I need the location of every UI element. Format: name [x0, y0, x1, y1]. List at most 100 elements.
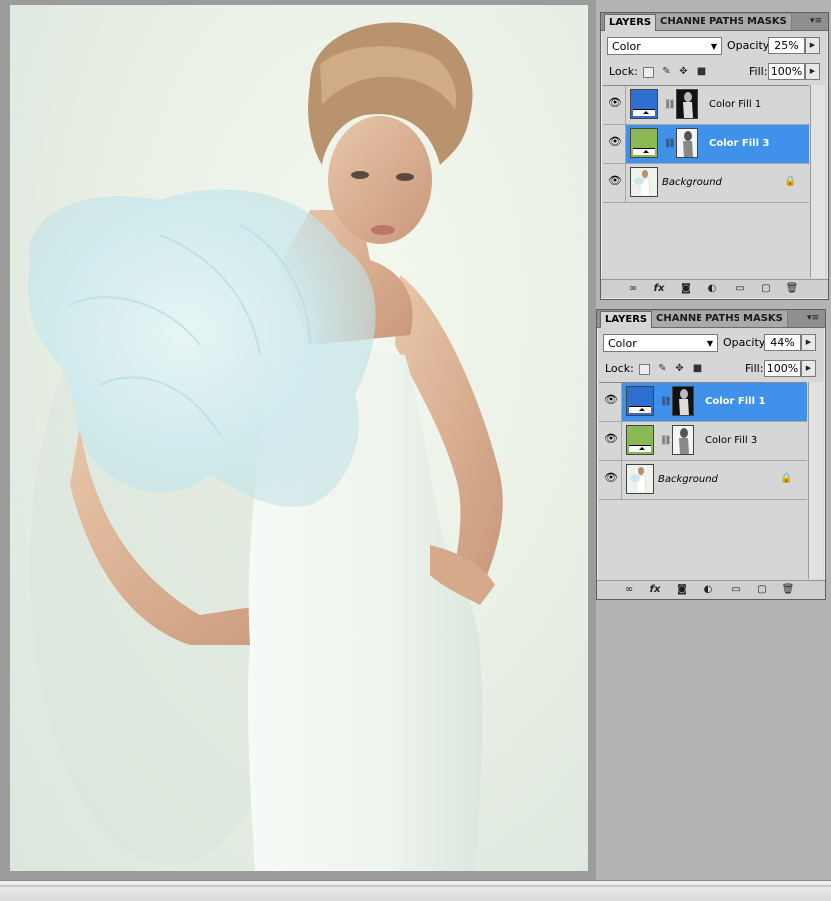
layer-row-background[interactable]: 👁 Background 🔒	[603, 164, 809, 203]
new-layer-icon[interactable]: ▢	[755, 584, 769, 596]
layer-name[interactable]: Color Fill 3	[705, 434, 757, 448]
link-icon[interactable]: ⛓	[660, 435, 671, 447]
layer-row-color-fill-1[interactable]: 👁 ⛓ Color Fill 1	[603, 86, 809, 125]
opacity-input[interactable]: 25%	[768, 37, 805, 54]
layer-name[interactable]: Color Fill 1	[705, 395, 765, 409]
document-canvas-frame	[0, 0, 596, 880]
add-mask-icon[interactable]: ◙	[675, 584, 689, 596]
status-bar	[0, 880, 831, 901]
layer-row-color-fill-3[interactable]: 👁 ⛓ Color Fill 3	[599, 422, 807, 461]
visibility-toggle[interactable]: 👁	[599, 461, 622, 499]
new-layer-icon[interactable]: ▢	[759, 283, 773, 295]
add-mask-icon[interactable]: ◙	[679, 283, 693, 295]
visibility-toggle[interactable]: 👁	[599, 422, 622, 460]
layers-panel-bottom: LAYERS CHANNE PATHS MASKS ▾≡ Color ▼ Opac…	[596, 309, 826, 600]
panel-menu-icon[interactable]: ▾≡	[806, 312, 820, 325]
tab-layers[interactable]: LAYERS	[604, 14, 657, 31]
panel-tab-bar: LAYERS CHANNE PATHS MASKS ▾≡	[601, 13, 828, 31]
layer-name[interactable]: Background	[658, 473, 718, 487]
layer-thumbnail[interactable]	[630, 167, 658, 197]
layer-name[interactable]: Color Fill 1	[709, 98, 761, 112]
link-layers-icon[interactable]: ∞	[625, 283, 641, 295]
tab-layers[interactable]: LAYERS	[600, 311, 653, 328]
visibility-toggle[interactable]: 👁	[603, 164, 626, 202]
panel-menu-icon[interactable]: ▾≡	[809, 15, 823, 28]
eye-icon: 👁	[608, 174, 622, 187]
blend-mode-select[interactable]: Color ▼	[603, 334, 718, 352]
visibility-toggle[interactable]: 👁	[603, 125, 626, 163]
fill-slider-toggle[interactable]: ▶	[801, 360, 816, 377]
tab-channels[interactable]: CHANNE	[656, 14, 709, 30]
lock-image-pixels-icon[interactable]: ✎	[657, 363, 668, 374]
fx-icon[interactable]: fx	[647, 584, 663, 596]
layer-row-color-fill-1[interactable]: 👁 ⛓ Color Fill 1	[599, 383, 807, 422]
fill-label: Fill:	[745, 362, 764, 375]
fill-color-thumbnail[interactable]	[630, 89, 658, 119]
link-icon[interactable]: ⛓	[664, 99, 675, 111]
link-layers-icon[interactable]: ∞	[621, 584, 637, 596]
link-icon[interactable]: ⛓	[664, 138, 675, 150]
layers-footer: ∞ fx ◙ ◐ ▭ ▢ 🗑	[597, 580, 825, 599]
blend-mode-value: Color	[608, 337, 637, 350]
lock-position-icon[interactable]: ✥	[674, 363, 685, 374]
eye-icon: 👁	[604, 393, 618, 406]
fill-color-thumbnail[interactable]	[626, 425, 654, 455]
lock-label: Lock:	[609, 65, 638, 78]
fashion-photo-illustration	[28, 22, 503, 871]
layers-footer: ∞ fx ◙ ◐ ▭ ▢ 🗑	[601, 279, 828, 298]
fill-slider-toggle[interactable]: ▶	[805, 63, 820, 80]
lock-all-icon[interactable]: ■	[692, 363, 703, 374]
layer-name[interactable]: Color Fill 3	[709, 137, 769, 151]
trash-icon[interactable]: 🗑	[785, 283, 799, 295]
visibility-toggle[interactable]: 👁	[599, 383, 622, 421]
tab-channels[interactable]: CHANNE	[652, 311, 705, 327]
blend-mode-select[interactable]: Color ▼	[607, 37, 722, 55]
adjustment-layer-icon[interactable]: ◐	[701, 584, 715, 596]
eye-icon: 👁	[604, 432, 618, 445]
layers-list: 👁 ⛓ Color Fill 1 👁 ⛓ Color Fill 3 👁 Back…	[603, 85, 809, 279]
fill-input[interactable]: 100%	[764, 360, 801, 377]
opacity-slider-toggle[interactable]: ▶	[805, 37, 820, 54]
layers-scrollbar[interactable]	[810, 85, 825, 278]
document-photo[interactable]	[10, 5, 588, 871]
eye-icon: 👁	[608, 96, 622, 109]
lock-icon: 🔒	[784, 176, 797, 187]
tab-paths[interactable]: PATHS	[701, 311, 744, 327]
lock-transparent-pixels-icon[interactable]	[643, 67, 654, 78]
lock-position-icon[interactable]: ✥	[678, 66, 689, 77]
opacity-label: Opacity:	[727, 39, 773, 52]
layer-row-color-fill-3[interactable]: 👁 ⛓ Color Fill 3	[603, 125, 809, 164]
new-group-icon[interactable]: ▭	[733, 283, 747, 295]
layer-row-background[interactable]: 👁 Background 🔒	[599, 461, 807, 500]
tab-paths[interactable]: PATHS	[705, 14, 748, 30]
visibility-toggle[interactable]: 👁	[603, 86, 626, 124]
layers-list: 👁 ⛓ Color Fill 1 👁 ⛓ Color Fill 3 👁 Back…	[599, 382, 807, 580]
fill-label: Fill:	[749, 65, 768, 78]
fill-color-thumbnail[interactable]	[626, 386, 654, 416]
layers-scrollbar[interactable]	[808, 382, 823, 579]
tab-masks[interactable]: MASKS	[743, 14, 792, 30]
layer-mask-thumbnail[interactable]	[676, 128, 698, 158]
lock-all-icon[interactable]: ■	[696, 66, 707, 77]
opacity-slider-toggle[interactable]: ▶	[801, 334, 816, 351]
layer-mask-thumbnail[interactable]	[672, 386, 694, 416]
eye-icon: 👁	[604, 471, 618, 484]
photoshop-workspace: LAYERS CHANNE PATHS MASKS ▾≡ Color ▼ Opac…	[0, 0, 831, 901]
fill-color-thumbnail[interactable]	[630, 128, 658, 158]
fill-input[interactable]: 100%	[768, 63, 805, 80]
opacity-label: Opacity:	[723, 336, 769, 349]
tab-masks[interactable]: MASKS	[739, 311, 788, 327]
fx-icon[interactable]: fx	[651, 283, 667, 295]
lock-image-pixels-icon[interactable]: ✎	[661, 66, 672, 77]
layer-name[interactable]: Background	[662, 176, 722, 190]
lock-icon: 🔒	[780, 473, 793, 484]
link-icon[interactable]: ⛓	[660, 396, 671, 408]
layer-thumbnail[interactable]	[626, 464, 654, 494]
opacity-input[interactable]: 44%	[764, 334, 801, 351]
layer-mask-thumbnail[interactable]	[672, 425, 694, 455]
layer-mask-thumbnail[interactable]	[676, 89, 698, 119]
new-group-icon[interactable]: ▭	[729, 584, 743, 596]
lock-transparent-pixels-icon[interactable]	[639, 364, 650, 375]
adjustment-layer-icon[interactable]: ◐	[705, 283, 719, 295]
trash-icon[interactable]: 🗑	[781, 584, 795, 596]
